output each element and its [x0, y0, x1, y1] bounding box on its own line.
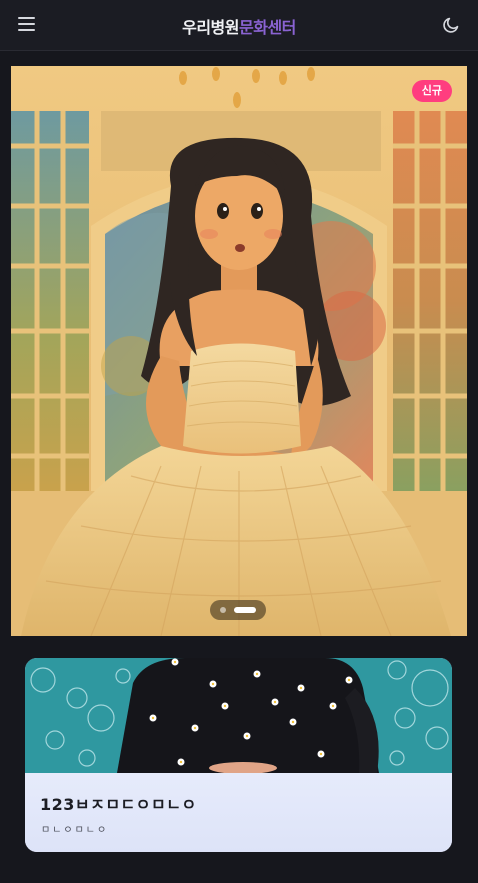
hero-carousel[interactable]: 신규 — [11, 66, 467, 636]
program-card[interactable]: 123ㅂㅈㅁㄷㅇㅁㄴㅇ ㅁㄴㅇㅁㄴㅇ — [25, 658, 452, 852]
brand-logo[interactable]: 우리병원문화센터 — [0, 14, 478, 38]
carousel-dot-2-active[interactable] — [234, 607, 256, 613]
card-image — [25, 658, 452, 773]
card-title: 123ㅂㅈㅁㄷㅇㅁㄴㅇ — [40, 795, 197, 814]
card-subtitle: ㅁㄴㅇㅁㄴㅇ — [41, 825, 109, 836]
card-body: 123ㅂㅈㅁㄷㅇㅁㄴㅇ ㅁㄴㅇㅁㄴㅇ — [25, 773, 452, 852]
brand-accent-text: 문화센터 — [239, 18, 296, 37]
new-badge: 신규 — [411, 80, 452, 102]
brand-main-text: 우리병원 — [182, 18, 239, 37]
hero-image — [11, 66, 467, 636]
top-header: 우리병원문화센터 — [0, 0, 478, 51]
moon-icon[interactable] — [442, 16, 460, 34]
carousel-pagination — [210, 600, 266, 620]
carousel-dot-1[interactable] — [220, 607, 226, 613]
